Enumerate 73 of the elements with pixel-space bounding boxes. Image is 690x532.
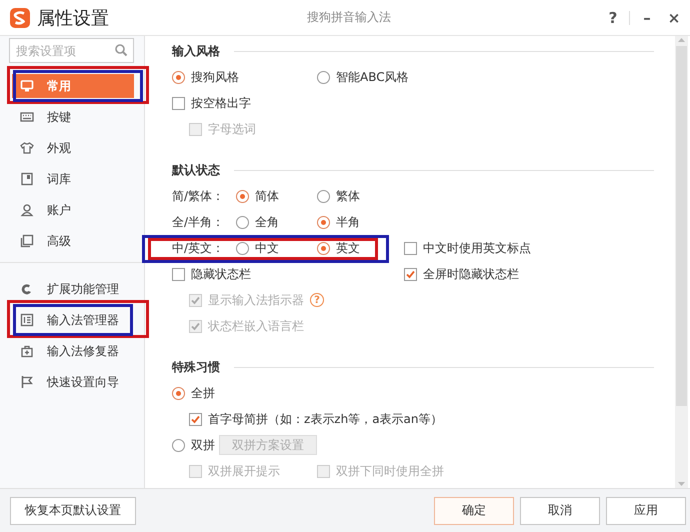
search-field[interactable]: 搜索设置项 xyxy=(9,38,134,63)
radio-button[interactable] xyxy=(317,216,330,228)
option-label: 简体 xyxy=(255,188,279,204)
option-label: 首字母简拼（如：z表示zh等，a表示an等） xyxy=(208,410,443,428)
sidebar-item[interactable]: 按键 xyxy=(12,105,134,129)
radio-button[interactable] xyxy=(317,242,330,254)
option-label: 双拼展开提示 xyxy=(208,462,280,480)
search-icon[interactable] xyxy=(114,43,128,57)
dialog-button[interactable]: 应用 xyxy=(606,496,686,524)
option-label: 智能ABC风格 xyxy=(336,68,409,86)
radio-button[interactable] xyxy=(172,70,185,84)
option-label: 按空格出字 xyxy=(191,94,251,112)
logo-icon xyxy=(9,6,31,28)
option-label: 全屏时隐藏状态栏 xyxy=(423,266,519,282)
window-title: 属性设置 xyxy=(37,6,110,30)
option-label: 双拼 xyxy=(191,436,215,454)
restore-defaults-button[interactable]: 恢复本页默认设置 xyxy=(10,496,136,524)
radio-button[interactable] xyxy=(317,70,330,84)
checkbox[interactable] xyxy=(172,96,185,110)
checkbox[interactable] xyxy=(189,412,202,426)
dialog-button[interactable]: 确定 xyxy=(434,496,514,524)
option-label: 全角 xyxy=(255,214,279,230)
person-icon xyxy=(20,203,34,217)
option-label: 双拼下同时使用全拼 xyxy=(336,462,444,480)
book-icon xyxy=(20,172,34,186)
option-label: 繁体 xyxy=(336,188,360,204)
sidebar-item[interactable]: 输入法管理器 xyxy=(12,308,134,332)
radio-button[interactable] xyxy=(317,190,330,202)
option-label: 英文 xyxy=(336,240,360,256)
option-label: 简/繁体： xyxy=(172,188,226,204)
sidebar-item[interactable]: 账户 xyxy=(12,198,134,222)
option-label: 字母选词 xyxy=(208,120,256,138)
option-label: 显示输入法指示器 xyxy=(208,292,304,308)
sidebar-item[interactable]: 输入法修复器 xyxy=(12,339,134,363)
option-label: 隐藏状态栏 xyxy=(191,266,251,282)
option-label: 半角 xyxy=(336,214,360,230)
app-name: 搜狗拼音输入法 xyxy=(307,9,392,26)
sidebar-item[interactable]: 高级 xyxy=(12,229,134,253)
option-label: 全拼 xyxy=(191,384,215,402)
help-button[interactable]: ? xyxy=(602,8,624,26)
section-heading: 输入风格 xyxy=(172,42,220,60)
section-heading: 特殊习惯 xyxy=(172,358,220,376)
option-label: 中/英文： xyxy=(172,240,226,256)
option-label: 状态栏嵌入语言栏 xyxy=(208,318,304,334)
shirt-icon xyxy=(20,141,34,155)
dialog-button[interactable]: 取消 xyxy=(520,496,600,524)
sidebar-item[interactable]: 扩展功能管理 xyxy=(12,277,134,301)
option-label: 搜狗风格 xyxy=(191,68,239,86)
flag-icon xyxy=(20,375,34,389)
section-heading: 默认状态 xyxy=(172,162,220,178)
list-icon xyxy=(20,313,34,327)
radio-button[interactable] xyxy=(236,190,249,202)
option-label: 中文 xyxy=(255,240,279,256)
radio-button[interactable] xyxy=(236,216,249,228)
scrollbar[interactable] xyxy=(675,36,688,488)
keyboard-icon xyxy=(20,110,34,124)
scroll-up-icon[interactable] xyxy=(675,36,688,44)
checkbox[interactable] xyxy=(404,268,417,280)
option-label: 全/半角： xyxy=(172,214,226,230)
squares-icon xyxy=(20,234,34,248)
radio-button[interactable] xyxy=(172,386,185,400)
radio-button[interactable] xyxy=(172,438,185,452)
sidebar-item[interactable]: 词库 xyxy=(12,167,134,191)
close-button[interactable]: × xyxy=(663,8,685,26)
option-label: 中文时使用英文标点 xyxy=(423,240,531,256)
radio-button[interactable] xyxy=(236,242,249,254)
sidebar-item[interactable]: 快速设置向导 xyxy=(12,370,134,394)
kit-icon xyxy=(20,344,34,358)
sidebar-item[interactable]: 外观 xyxy=(12,136,134,160)
checkbox[interactable] xyxy=(172,268,185,280)
checkbox[interactable] xyxy=(404,242,417,254)
minimize-button[interactable]: – xyxy=(636,8,658,26)
monitor-icon xyxy=(20,79,34,93)
